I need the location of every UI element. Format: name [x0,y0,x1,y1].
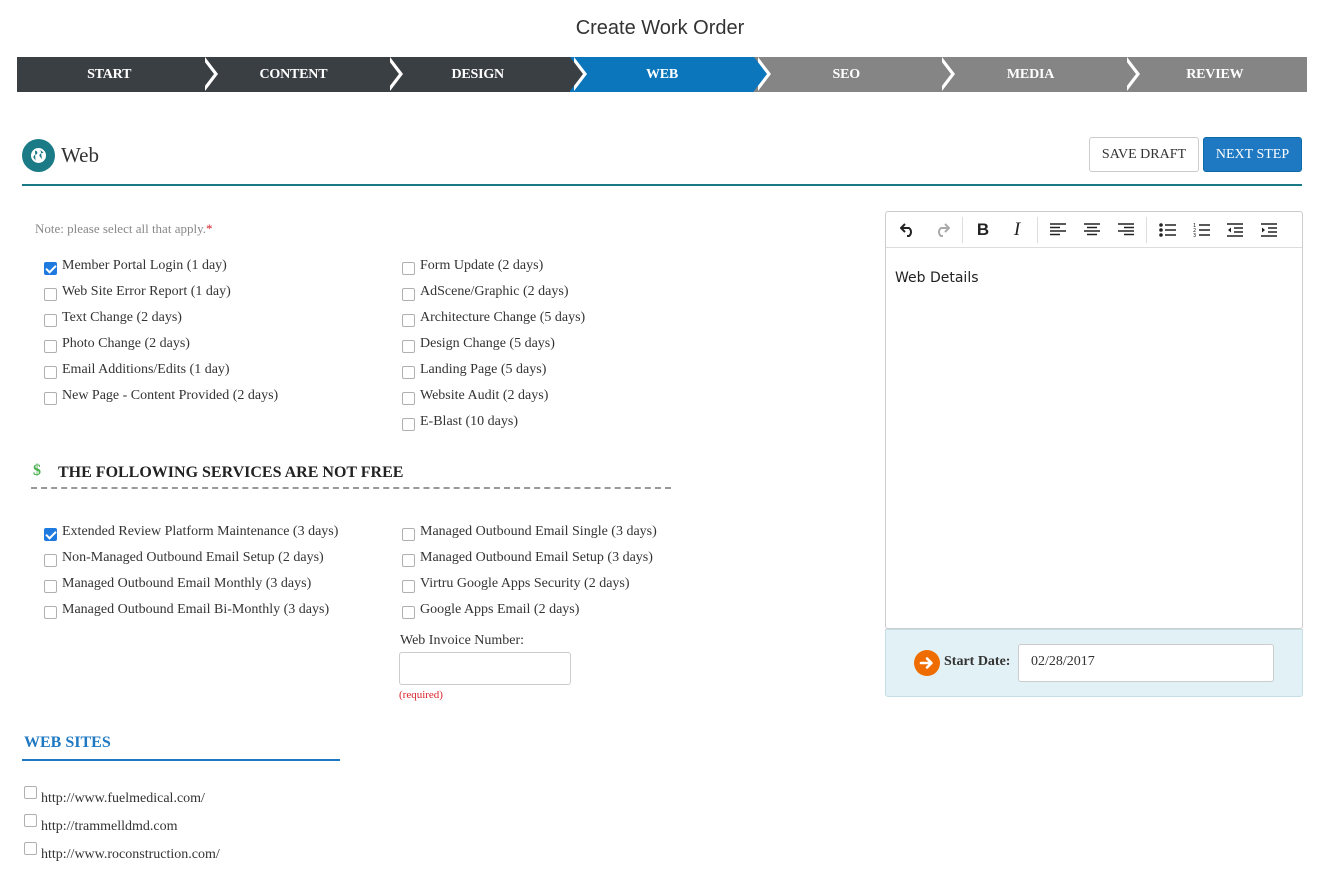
toolbar-separator [962,216,963,243]
toolbar-separator [1146,216,1147,243]
paid-service-option[interactable]: Managed Outbound Email Bi-Monthly (3 day… [44,602,329,619]
editor-toolbar: B I 123 [886,212,1302,248]
service-option[interactable]: Web Site Error Report (1 day) [44,284,231,301]
checkbox[interactable] [44,392,57,405]
paid-service-option[interactable]: Managed Outbound Email Setup (3 days) [402,550,653,567]
service-option[interactable]: Photo Change (2 days) [44,336,190,353]
step-content[interactable]: CONTENT [201,57,403,92]
paid-service-option[interactable]: Google Apps Email (2 days) [402,602,579,619]
checkbox[interactable] [402,554,415,567]
paid-service-option[interactable]: Extended Review Platform Maintenance (3 … [44,524,338,541]
checkbox[interactable] [402,366,415,379]
step-start[interactable]: START [17,57,219,92]
save-draft-button[interactable]: SAVE DRAFT [1089,137,1199,172]
web-sites-divider [22,759,340,761]
checkbox[interactable] [44,554,57,567]
bullet-list-icon[interactable] [1150,215,1184,245]
paid-services-title: THE FOLLOWING SERVICES ARE NOT FREE [58,464,404,481]
checkbox[interactable] [402,392,415,405]
invoice-number-label: Web Invoice Number: [400,633,525,648]
service-option[interactable]: Website Audit (2 days) [402,388,548,405]
next-step-button[interactable]: NEXT STEP [1203,137,1302,172]
bold-icon[interactable]: B [966,215,1000,245]
checkbox[interactable] [24,786,37,799]
numbered-list-icon[interactable]: 123 [1184,215,1218,245]
checkbox[interactable] [44,262,57,275]
svg-text:3: 3 [1193,233,1196,237]
checkbox[interactable] [44,288,57,301]
service-option[interactable]: Design Change (5 days) [402,336,555,353]
website-option[interactable]: http://trammelldmd.com [24,814,177,835]
checkbox[interactable] [44,606,57,619]
service-option[interactable]: E-Blast (10 days) [402,414,518,431]
service-option[interactable]: New Page - Content Provided (2 days) [44,388,278,405]
checkbox[interactable] [44,340,57,353]
checkbox[interactable] [402,340,415,353]
web-sites-title: WEB SITES [24,734,111,751]
indent-icon[interactable] [1252,215,1286,245]
paid-service-option[interactable]: Non-Managed Outbound Email Setup (2 days… [44,550,324,567]
website-option[interactable]: http://www.roconstruction.com/ [24,842,220,863]
checkbox[interactable] [44,314,57,327]
checkbox[interactable] [44,366,57,379]
toolbar-separator [1037,216,1038,243]
undo-icon[interactable] [891,215,925,245]
align-center-icon[interactable] [1075,215,1109,245]
start-date-panel: Start Date: 02/28/2017 [885,629,1303,697]
service-option[interactable]: Architecture Change (5 days) [402,310,585,327]
paid-service-option[interactable]: Managed Outbound Email Monthly (3 days) [44,576,311,593]
arrow-right-icon [914,650,940,676]
redo-icon[interactable] [925,215,959,245]
dollar-icon: $ [33,462,41,479]
service-option[interactable]: Text Change (2 days) [44,310,182,327]
page-title: Create Work Order [575,17,745,39]
service-option[interactable]: AdScene/Graphic (2 days) [402,284,569,301]
invoice-required-hint: (required) [399,689,443,701]
web-details-editor: B I 123 Web Details [885,211,1303,629]
editor-content[interactable]: Web Details [886,248,1302,308]
paid-service-option[interactable]: Virtru Google Apps Security (2 days) [402,576,630,593]
service-option[interactable]: Member Portal Login (1 day) [44,258,227,275]
checkbox[interactable] [402,418,415,431]
checkbox[interactable] [402,580,415,593]
checkbox[interactable] [402,288,415,301]
checkbox[interactable] [24,814,37,827]
step-seo[interactable]: SEO [754,57,956,92]
align-right-icon[interactable] [1109,215,1143,245]
checkbox[interactable] [24,842,37,855]
italic-icon[interactable]: I [1000,215,1034,245]
start-date-label: Start Date: [944,654,1011,669]
paid-service-option[interactable]: Managed Outbound Email Single (3 days) [402,524,657,541]
checkbox[interactable] [402,314,415,327]
step-review[interactable]: REVIEW [1122,57,1307,92]
section-title: Web [61,143,99,167]
selection-note: Note: please select all that apply.* [35,221,213,236]
checkbox[interactable] [402,528,415,541]
step-media[interactable]: MEDIA [938,57,1140,92]
website-option[interactable]: http://www.fuelmedical.com/ [24,786,205,807]
step-web[interactable]: WEB [569,57,772,92]
checkbox[interactable] [44,528,57,541]
step-bar: START CONTENT DESIGN WEB SEO MEDIA REVIE… [17,57,1307,92]
invoice-number-input[interactable] [399,652,571,685]
checkbox[interactable] [44,580,57,593]
start-date-input[interactable]: 02/28/2017 [1018,644,1274,682]
checkbox[interactable] [402,606,415,619]
globe-icon [22,139,55,172]
section-divider [22,184,1302,186]
outdent-icon[interactable] [1218,215,1252,245]
service-option[interactable]: Form Update (2 days) [402,258,543,275]
service-option[interactable]: Email Additions/Edits (1 day) [44,362,230,379]
checkbox[interactable] [402,262,415,275]
service-option[interactable]: Landing Page (5 days) [402,362,546,379]
dashed-divider [31,487,671,489]
step-design[interactable]: DESIGN [385,57,588,92]
align-left-icon[interactable] [1041,215,1075,245]
